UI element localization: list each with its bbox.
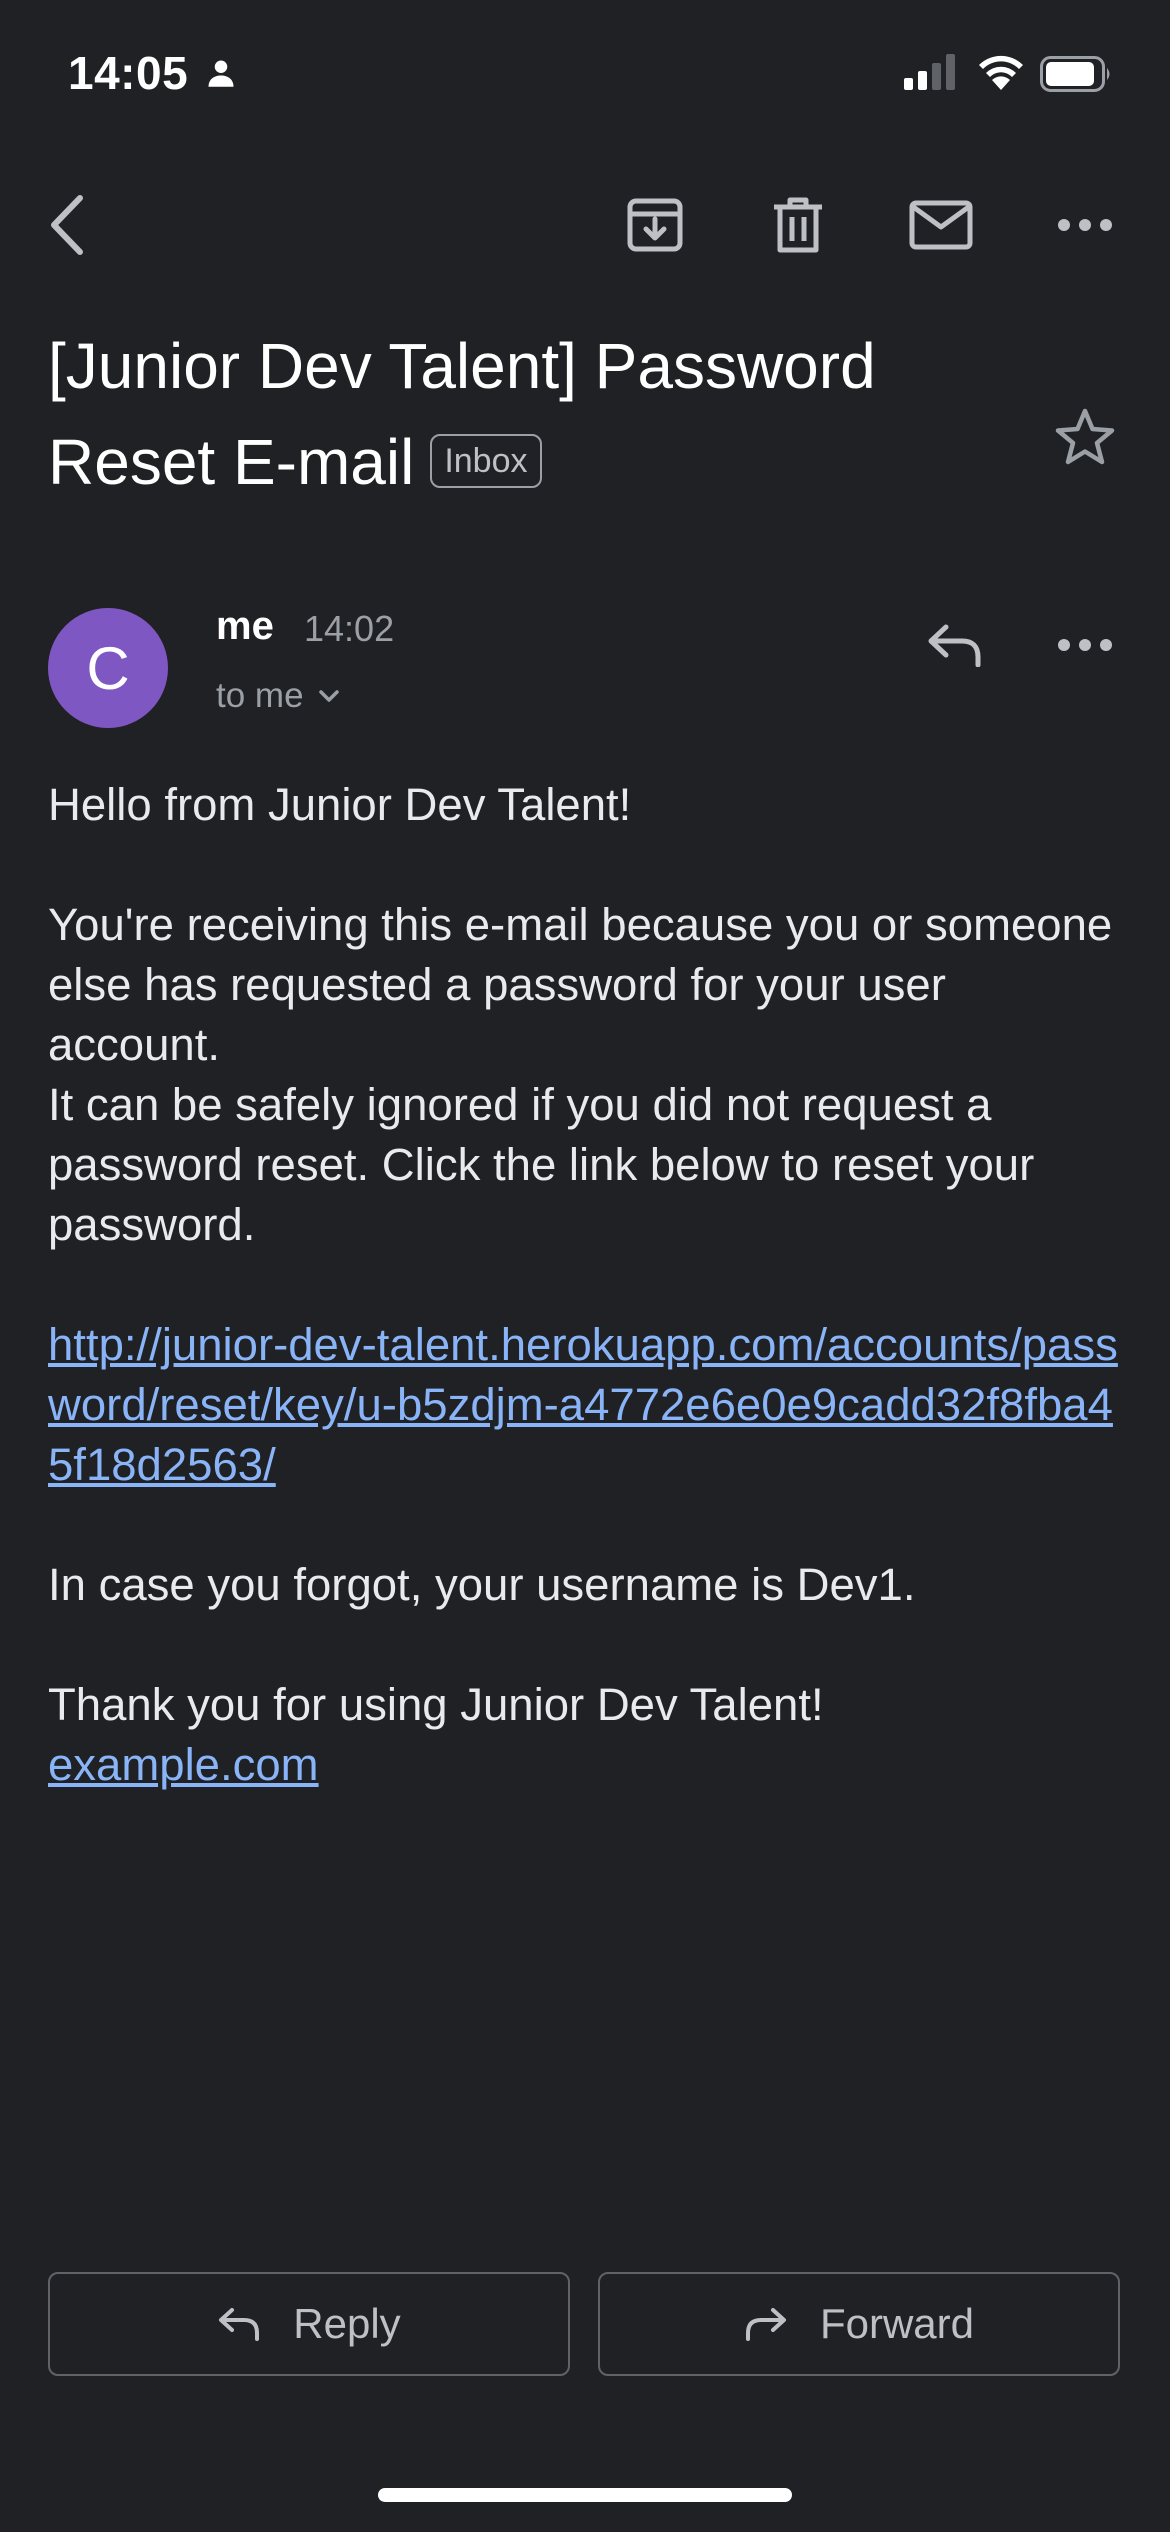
reset-password-link[interactable]: http://junior-dev-talent.herokuapp.com/a… (48, 1319, 1118, 1490)
delete-icon (774, 197, 822, 253)
body-thanks: Thank you for using Junior Dev Talent! (48, 1679, 824, 1730)
battery-icon (1040, 56, 1112, 97)
reply-icon (219, 2308, 260, 2341)
archive-icon (627, 198, 683, 252)
mail-icon (909, 200, 973, 250)
email-toolbar (0, 180, 1170, 270)
body-paragraph-1: You're receiving this e-mail because you… (48, 899, 1113, 1070)
star-button[interactable] (1040, 392, 1130, 482)
signal-icon (904, 54, 956, 95)
back-arrow-icon (51, 195, 83, 255)
reply-button[interactable]: Reply (48, 2272, 570, 2376)
person-icon (206, 58, 236, 93)
email-subject: [Junior Dev Talent] Password Reset E-mai… (48, 318, 1008, 510)
reply-button-label: Reply (293, 2300, 401, 2347)
message-more-button[interactable] (1040, 600, 1130, 690)
email-timestamp: 14:02 (304, 608, 395, 649)
delete-button[interactable] (753, 180, 843, 270)
star-icon (1055, 408, 1115, 465)
more-horiz-icon (1058, 639, 1112, 651)
chevron-down-icon (318, 690, 339, 702)
recipient-text: to me (216, 676, 304, 715)
status-time: 14:05 (68, 47, 189, 99)
reply-icon (928, 624, 981, 667)
body-greeting: Hello from Junior Dev Talent! (48, 779, 632, 830)
sender-name: me (216, 604, 274, 648)
wifi-icon (976, 52, 1026, 95)
recipient-details-toggle[interactable]: to me (216, 676, 340, 716)
site-link[interactable]: example.com (48, 1739, 319, 1790)
more-options-button[interactable] (1040, 180, 1130, 270)
forward-button-label: Forward (819, 2300, 975, 2347)
more-horiz-icon (1058, 219, 1112, 231)
status-bar: 14:05 (0, 0, 1170, 140)
back-button[interactable] (22, 180, 112, 270)
body-paragraph-2: It can be safely ignored if you did not … (48, 1079, 1035, 1250)
home-indicator[interactable] (378, 2488, 792, 2502)
forward-button[interactable]: Forward (598, 2272, 1120, 2376)
body-username-note: In case you forgot, your username is Dev… (48, 1559, 916, 1610)
inbox-label-badge[interactable]: Inbox (430, 434, 542, 489)
archive-button[interactable] (610, 180, 700, 270)
email-body: Hello from Junior Dev Talent! You're rec… (48, 775, 1128, 1795)
avatar[interactable]: C (48, 608, 168, 728)
quick-reply-button[interactable] (910, 600, 1000, 690)
mark-unread-button[interactable] (896, 180, 986, 270)
forward-icon (745, 2308, 786, 2341)
